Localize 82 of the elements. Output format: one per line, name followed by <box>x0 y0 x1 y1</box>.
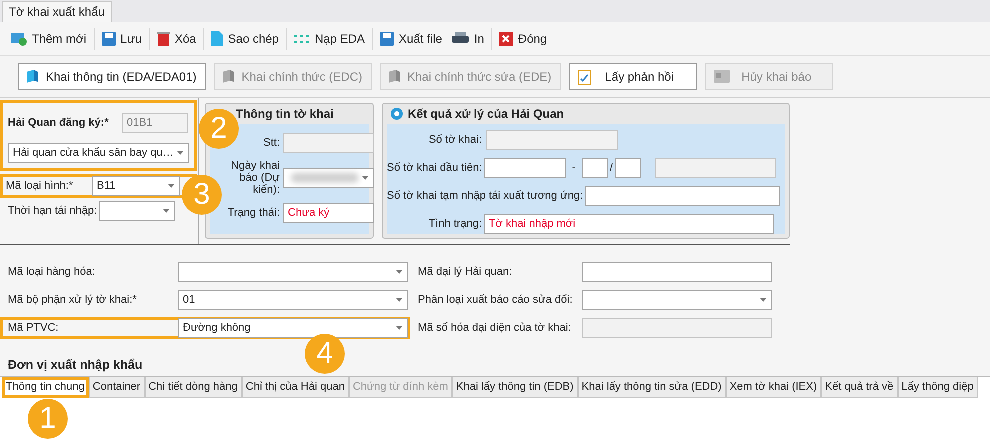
dropdown[interactable] <box>178 262 408 282</box>
toolbar-button[interactable]: Xóa <box>152 26 202 52</box>
input-field[interactable]: Chưa ký <box>283 203 374 223</box>
tab[interactable]: Chỉ thị của Hải quan <box>242 377 349 398</box>
document-icon <box>211 31 224 46</box>
input-field[interactable] <box>615 158 642 178</box>
field-label: Mã đại lý Hải quan: <box>418 266 514 278</box>
dropdown[interactable]: Hải quan cửa khẩu sân bay qu… <box>8 143 189 163</box>
caret-icon <box>177 151 184 155</box>
field-label: Số tờ khai: <box>428 134 482 146</box>
field-label: Mã loại hình:* <box>6 180 74 192</box>
field-label: Stt: <box>262 137 280 149</box>
caret-icon <box>396 326 403 330</box>
caret-icon <box>396 270 403 274</box>
delete-icon <box>156 32 170 46</box>
input-field[interactable] <box>585 186 780 206</box>
field-label: Phân loại xuất báo cáo sửa đổi: <box>418 294 574 306</box>
toolbar-button[interactable]: In <box>447 26 490 52</box>
document-tab[interactable]: Tờ khai xuất khẩu <box>2 1 112 22</box>
caret-icon <box>396 298 403 302</box>
separator-text: / <box>610 162 614 174</box>
tab[interactable]: Container <box>88 377 145 398</box>
field-label: Số tờ khai đầu tiên: <box>387 162 482 174</box>
section-title: Đơn vị xuất nhập khẩu <box>8 358 143 372</box>
input-field[interactable] <box>582 158 608 178</box>
dropdown[interactable] <box>582 290 772 310</box>
tab[interactable]: Thông tin chung <box>2 377 89 398</box>
document-icon <box>27 70 38 83</box>
caret-icon <box>163 209 170 213</box>
tab[interactable]: Chi tiết dòng hàng <box>144 377 242 398</box>
input-field[interactable] <box>655 158 776 178</box>
document-icon <box>222 70 234 83</box>
dropdown[interactable]: B11 <box>92 176 180 196</box>
toolbar-button[interactable]: Thêm mới <box>6 26 92 52</box>
add-icon <box>11 31 27 46</box>
input-field[interactable] <box>486 130 618 150</box>
toolbar-button[interactable]: Sao chép <box>206 26 284 52</box>
input-field[interactable] <box>582 318 772 338</box>
caret-icon <box>760 298 767 302</box>
save-icon <box>102 32 116 46</box>
field-label: Số tờ khai tạm nhập tái xuất tương ứng: <box>387 190 584 202</box>
input-field[interactable] <box>484 158 566 178</box>
caret-icon <box>168 184 175 188</box>
dots-icon <box>294 32 310 44</box>
action-button[interactable]: Lấy phản hồi <box>568 63 697 90</box>
caret-icon <box>362 176 370 180</box>
toolbar-button[interactable]: Lưu <box>96 26 147 52</box>
printer-icon <box>452 32 470 45</box>
number-badge: 1 <box>28 399 68 439</box>
dropdown[interactable] <box>283 168 374 188</box>
field-label: Thời hạn tái nhập: <box>8 205 98 217</box>
input-field[interactable]: Tờ khai nhập mới <box>484 214 774 234</box>
separator-text: - <box>571 162 577 174</box>
input-field[interactable] <box>283 133 374 153</box>
panel-title: Kết quả xử lý của Hải Quan <box>408 107 564 121</box>
input-field[interactable] <box>582 262 772 282</box>
dropdown[interactable]: Đường không <box>178 318 408 338</box>
toolbar-button[interactable]: Nạp EDA <box>289 26 370 52</box>
checklist-icon <box>578 68 592 84</box>
close-icon <box>499 32 514 46</box>
toolbar-button[interactable]: Xuất file <box>375 26 448 52</box>
tab[interactable]: Kết quả trả về <box>821 377 898 398</box>
field-label: Trạng thái: <box>226 207 280 219</box>
field-label: Mã bộ phận xử lý tờ khai:* <box>8 294 138 306</box>
save-icon <box>380 32 394 46</box>
document-icon <box>388 70 400 83</box>
dropdown[interactable] <box>99 201 176 221</box>
field-label: Mã PTVC: <box>8 322 60 334</box>
toolbar-button[interactable]: Đóng <box>494 26 552 52</box>
tab[interactable]: Khai lấy thông tin sửa (EDD) <box>578 377 726 398</box>
tab[interactable]: Lấy thông điệp <box>898 377 978 398</box>
field-label: Mã loại hàng hóa: <box>8 266 96 278</box>
tab[interactable]: Khai lấy thông tin (EDB) <box>452 377 578 398</box>
input-field[interactable]: 01B1 <box>122 113 188 133</box>
tab[interactable]: Xem tờ khai (IEX) <box>726 377 822 398</box>
field-label: Tình trạng: <box>428 218 482 230</box>
card-icon <box>714 70 730 83</box>
field-label: Hải Quan đăng ký:* <box>8 117 110 129</box>
field-label: Mã số hóa đại diện của tờ khai: <box>418 322 572 334</box>
action-button[interactable]: Khai thông tin (EDA/EDA01) <box>18 63 206 90</box>
field-label: Ngày khai báo (Dự kiến): <box>230 160 280 196</box>
dropdown[interactable]: 01 <box>178 290 408 310</box>
